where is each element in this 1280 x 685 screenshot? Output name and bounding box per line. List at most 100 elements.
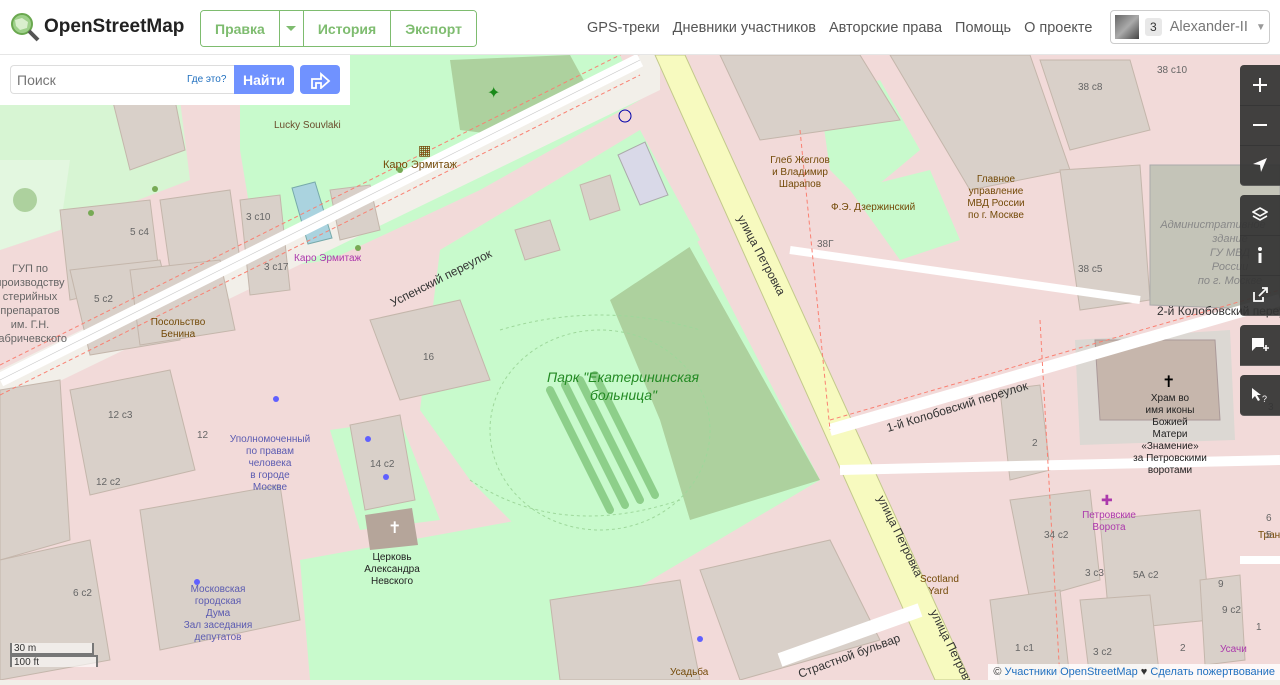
svg-text:?: ? [1262,394,1267,403]
scale-imperial: 100 ft [10,655,98,668]
svg-text:34 с2: 34 с2 [1044,530,1069,541]
search-panel: Где это? Найти [0,55,350,105]
svg-text:6 с2: 6 с2 [73,588,92,599]
nav-diaries[interactable]: Дневники участников [673,20,816,36]
secondary-nav: GPS-треки Дневники участников Авторские … [587,20,1105,36]
svg-text:воротами: воротами [1148,465,1192,476]
svg-text:5 с2: 5 с2 [94,294,113,305]
svg-text:▦: ▦ [418,142,431,158]
svg-text:Божией: Божией [1152,417,1187,428]
svg-text:Глеб Жеглов: Глеб Жеглов [770,154,830,166]
svg-text:2: 2 [1180,643,1186,654]
svg-text:Храм во: Храм во [1151,393,1190,404]
heart-icon: ♥ [1137,666,1151,678]
nav-copyright[interactable]: Авторские права [829,20,942,36]
locate-button[interactable] [1240,145,1280,186]
svg-text:управление: управление [969,186,1024,197]
directions-button[interactable] [300,65,340,94]
svg-text:Бенина: Бенина [161,329,196,340]
attribution: © Участники OpenStreetMap ♥ Сделать поже… [988,664,1280,680]
svg-text:препаратов: препаратов [0,305,59,317]
svg-text:3 с10: 3 с10 [246,212,271,223]
scale-bar: 30 m 100 ft [10,643,98,668]
svg-text:городская: городская [195,596,241,607]
where-is-this-link[interactable]: Где это? [187,74,226,85]
svg-text:Уполномоченный: Уполномоченный [230,434,310,445]
locate-arrow-icon [1253,158,1267,172]
svg-text:6: 6 [1266,513,1272,524]
osm-logo[interactable]: OpenStreetMap [10,12,184,42]
poi-karo-1: Каро Эрмитаж [383,159,458,171]
minus-icon [1253,124,1267,126]
svg-text:5 с4: 5 с4 [130,227,149,238]
map-canvas[interactable]: Парк "Екатерининская больница" Успенский… [0,49,1280,685]
note-add-icon [1252,338,1269,351]
top-header: OpenStreetMap Правка История Экспорт GPS… [0,0,1280,55]
poi-scotland-yard-2: Yard [928,586,948,597]
svg-text:16: 16 [423,352,435,363]
svg-text:Невского: Невского [371,576,413,587]
svg-text:Дума: Дума [206,608,231,619]
layers-button[interactable] [1240,195,1280,236]
svg-text:✝: ✝ [1162,374,1175,391]
svg-text:Церковь: Церковь [372,552,411,563]
svg-text:по правам: по правам [246,446,294,457]
copyright-sign: © [993,666,1005,678]
svg-text:Ворота: Ворота [1092,522,1126,533]
svg-text:Московская: Московская [191,584,246,595]
chevron-down-icon: ▼ [1255,21,1266,33]
svg-text:Главное: Главное [977,174,1016,185]
svg-text:38 с5: 38 с5 [1078,264,1103,275]
map-key-button[interactable] [1240,235,1280,276]
poi-lucky-souvlaki: Lucky Souvlaki [274,120,341,131]
history-button[interactable]: История [303,11,392,46]
svg-text:и Владимир: и Владимир [772,167,828,178]
user-name: Alexander-II [1169,19,1248,35]
contributors-link[interactable]: Участники OpenStreetMap [1004,666,1137,678]
svg-text:в городе: в городе [250,470,290,481]
svg-text:Посольство: Посольство [151,317,206,328]
scale-metric: 30 m [10,643,94,655]
svg-text:✝: ✝ [388,520,401,537]
svg-text:5А с2: 5А с2 [1133,570,1159,581]
svg-text:«Знамение»: «Знамение» [1141,441,1199,452]
osm-magnifier-icon [11,13,40,42]
nav-help[interactable]: Помощь [955,20,1011,36]
svg-text:38 с10: 38 с10 [1157,65,1187,76]
svg-text:по г. Москве: по г. Москве [968,210,1024,221]
svg-text:12 с3: 12 с3 [108,410,133,421]
nav-about[interactable]: О проекте [1024,20,1092,36]
search-button[interactable]: Найти [234,65,294,94]
poi-dzerzhinsky: Ф.Э. Дзержинский [831,202,915,213]
svg-text:стерийных: стерийных [3,291,58,303]
share-button[interactable] [1240,275,1280,316]
svg-text:5: 5 [1266,530,1272,541]
nav-gps-traces[interactable]: GPS-треки [587,20,660,36]
edit-dropdown-caret[interactable] [279,11,304,46]
user-menu[interactable]: 3 Alexander-II ▼ [1110,10,1270,44]
svg-text:Шарапов: Шарапов [779,179,821,190]
query-cursor-icon: ? [1252,388,1267,403]
svg-text:14 с2: 14 с2 [370,459,395,470]
svg-text:2: 2 [1032,438,1038,449]
svg-text:✚: ✚ [1101,492,1113,508]
svg-text:за Петровскими: за Петровскими [1133,453,1207,464]
svg-text:1 с1: 1 с1 [1015,643,1034,654]
share-icon [1253,287,1268,302]
layers-icon [1252,207,1268,221]
plus-icon [1253,78,1267,92]
svg-text:38 с8: 38 с8 [1078,82,1103,93]
add-note-button[interactable] [1240,325,1280,366]
export-button[interactable]: Экспорт [391,11,477,46]
query-features-button[interactable]: ? [1240,375,1280,416]
directions-icon [311,71,331,89]
poi-scotland-yard: Scotland [920,574,959,585]
svg-text:3 с3: 3 с3 [1085,568,1104,579]
svg-text:имя иконы: имя иконы [1146,405,1195,416]
poi-karo-2: Каро Эрмитаж [294,253,362,264]
edit-button[interactable]: Правка [201,11,280,46]
zoom-out-button[interactable] [1240,105,1280,146]
park-label-line2: больница" [590,387,658,403]
donate-link[interactable]: Сделать пожертвование [1150,666,1275,678]
zoom-in-button[interactable] [1240,65,1280,106]
